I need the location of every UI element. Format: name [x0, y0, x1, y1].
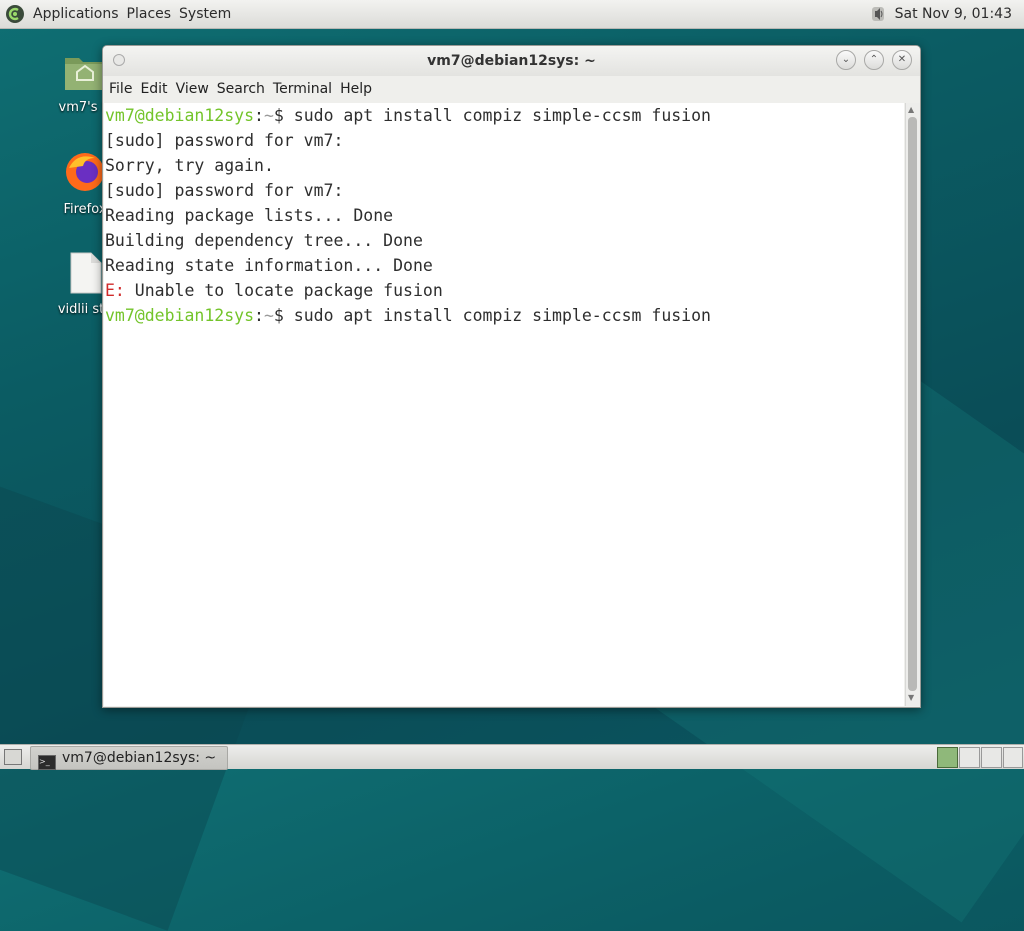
prompt-sep: : [254, 106, 264, 125]
menu-applications[interactable]: Applications [29, 6, 123, 22]
workspace-2[interactable] [959, 747, 980, 768]
prompt-user: vm7@debian12sys [105, 306, 255, 325]
window-titlebar[interactable]: vm7@debian12sys: ~ ⌄ ⌃ ✕ [103, 46, 920, 76]
menu-file[interactable]: File [105, 81, 136, 97]
menu-terminal[interactable]: Terminal [269, 81, 336, 97]
window-menubar: File Edit View Search Terminal Help [103, 76, 920, 102]
workspace-1[interactable] [937, 747, 958, 768]
terminal-line: Reading state information... Done [105, 256, 433, 275]
menu-system[interactable]: System [175, 6, 235, 22]
bottom-panel: >_ vm7@debian12sys: ~ [0, 744, 1024, 770]
menu-edit[interactable]: Edit [136, 81, 171, 97]
file-icon [70, 252, 102, 294]
minimize-icon[interactable]: ⌄ [836, 50, 856, 70]
terminal-line: vm7@debian12sys:~$ sudo apt install comp… [104, 303, 904, 328]
terminal-line: [sudo] password for vm7: [105, 131, 344, 150]
terminal-area[interactable]: vm7@debian12sys:~$ sudo apt install comp… [104, 103, 904, 706]
terminal-line: E: Unable to locate package fusion [104, 278, 904, 303]
terminal-line: Building dependency tree... Done [105, 231, 423, 250]
prompt-symbol: $ [273, 106, 294, 125]
volume-icon[interactable] [867, 4, 889, 24]
terminal-line: Reading package lists... Done [105, 206, 394, 225]
prompt-sep: : [254, 306, 264, 325]
error-message: Unable to locate package fusion [124, 281, 443, 300]
prompt-path: ~ [263, 306, 274, 325]
scroll-down-icon[interactable]: ▼ [908, 693, 914, 702]
terminal-line: [sudo] password for vm7: [105, 181, 344, 200]
terminal-window: vm7@debian12sys: ~ ⌄ ⌃ ✕ File Edit View … [102, 45, 921, 708]
command-text: sudo apt install compiz simple-ccsm fusi… [293, 106, 711, 125]
scroll-up-icon[interactable]: ▲ [908, 105, 914, 114]
window-title: vm7@debian12sys: ~ [427, 53, 596, 69]
debian-logo-icon[interactable] [5, 4, 25, 24]
prompt-path: ~ [263, 106, 274, 125]
close-icon[interactable]: ✕ [892, 50, 912, 70]
error-prefix: E: [105, 281, 125, 300]
scroll-thumb[interactable] [908, 117, 917, 691]
taskbar-item-label: vm7@debian12sys: ~ [62, 750, 217, 766]
menu-search[interactable]: Search [213, 81, 269, 97]
clock[interactable]: Sat Nov 9, 01:43 [889, 6, 1024, 22]
prompt-user: vm7@debian12sys [105, 106, 255, 125]
prompt-symbol: $ [273, 306, 294, 325]
menu-help[interactable]: Help [336, 81, 376, 97]
terminal-line: vm7@debian12sys:~$ sudo apt install comp… [104, 103, 904, 128]
maximize-icon[interactable]: ⌃ [864, 50, 884, 70]
menu-view[interactable]: View [172, 81, 213, 97]
terminal-line: Sorry, try again. [105, 156, 274, 175]
command-text: sudo apt install compiz simple-ccsm fusi… [293, 306, 711, 325]
top-panel: Applications Places System Sat Nov 9, 01… [0, 0, 1024, 29]
show-desktop-icon[interactable] [4, 749, 22, 765]
firefox-icon [66, 153, 104, 191]
workspace-3[interactable] [981, 747, 1002, 768]
menu-places[interactable]: Places [123, 6, 176, 22]
workspace-4[interactable] [1003, 747, 1023, 768]
taskbar-item-terminal[interactable]: >_ vm7@debian12sys: ~ [30, 746, 228, 770]
terminal-scrollbar[interactable]: ▲ ▼ [905, 103, 920, 706]
home-folder-icon [65, 58, 105, 90]
